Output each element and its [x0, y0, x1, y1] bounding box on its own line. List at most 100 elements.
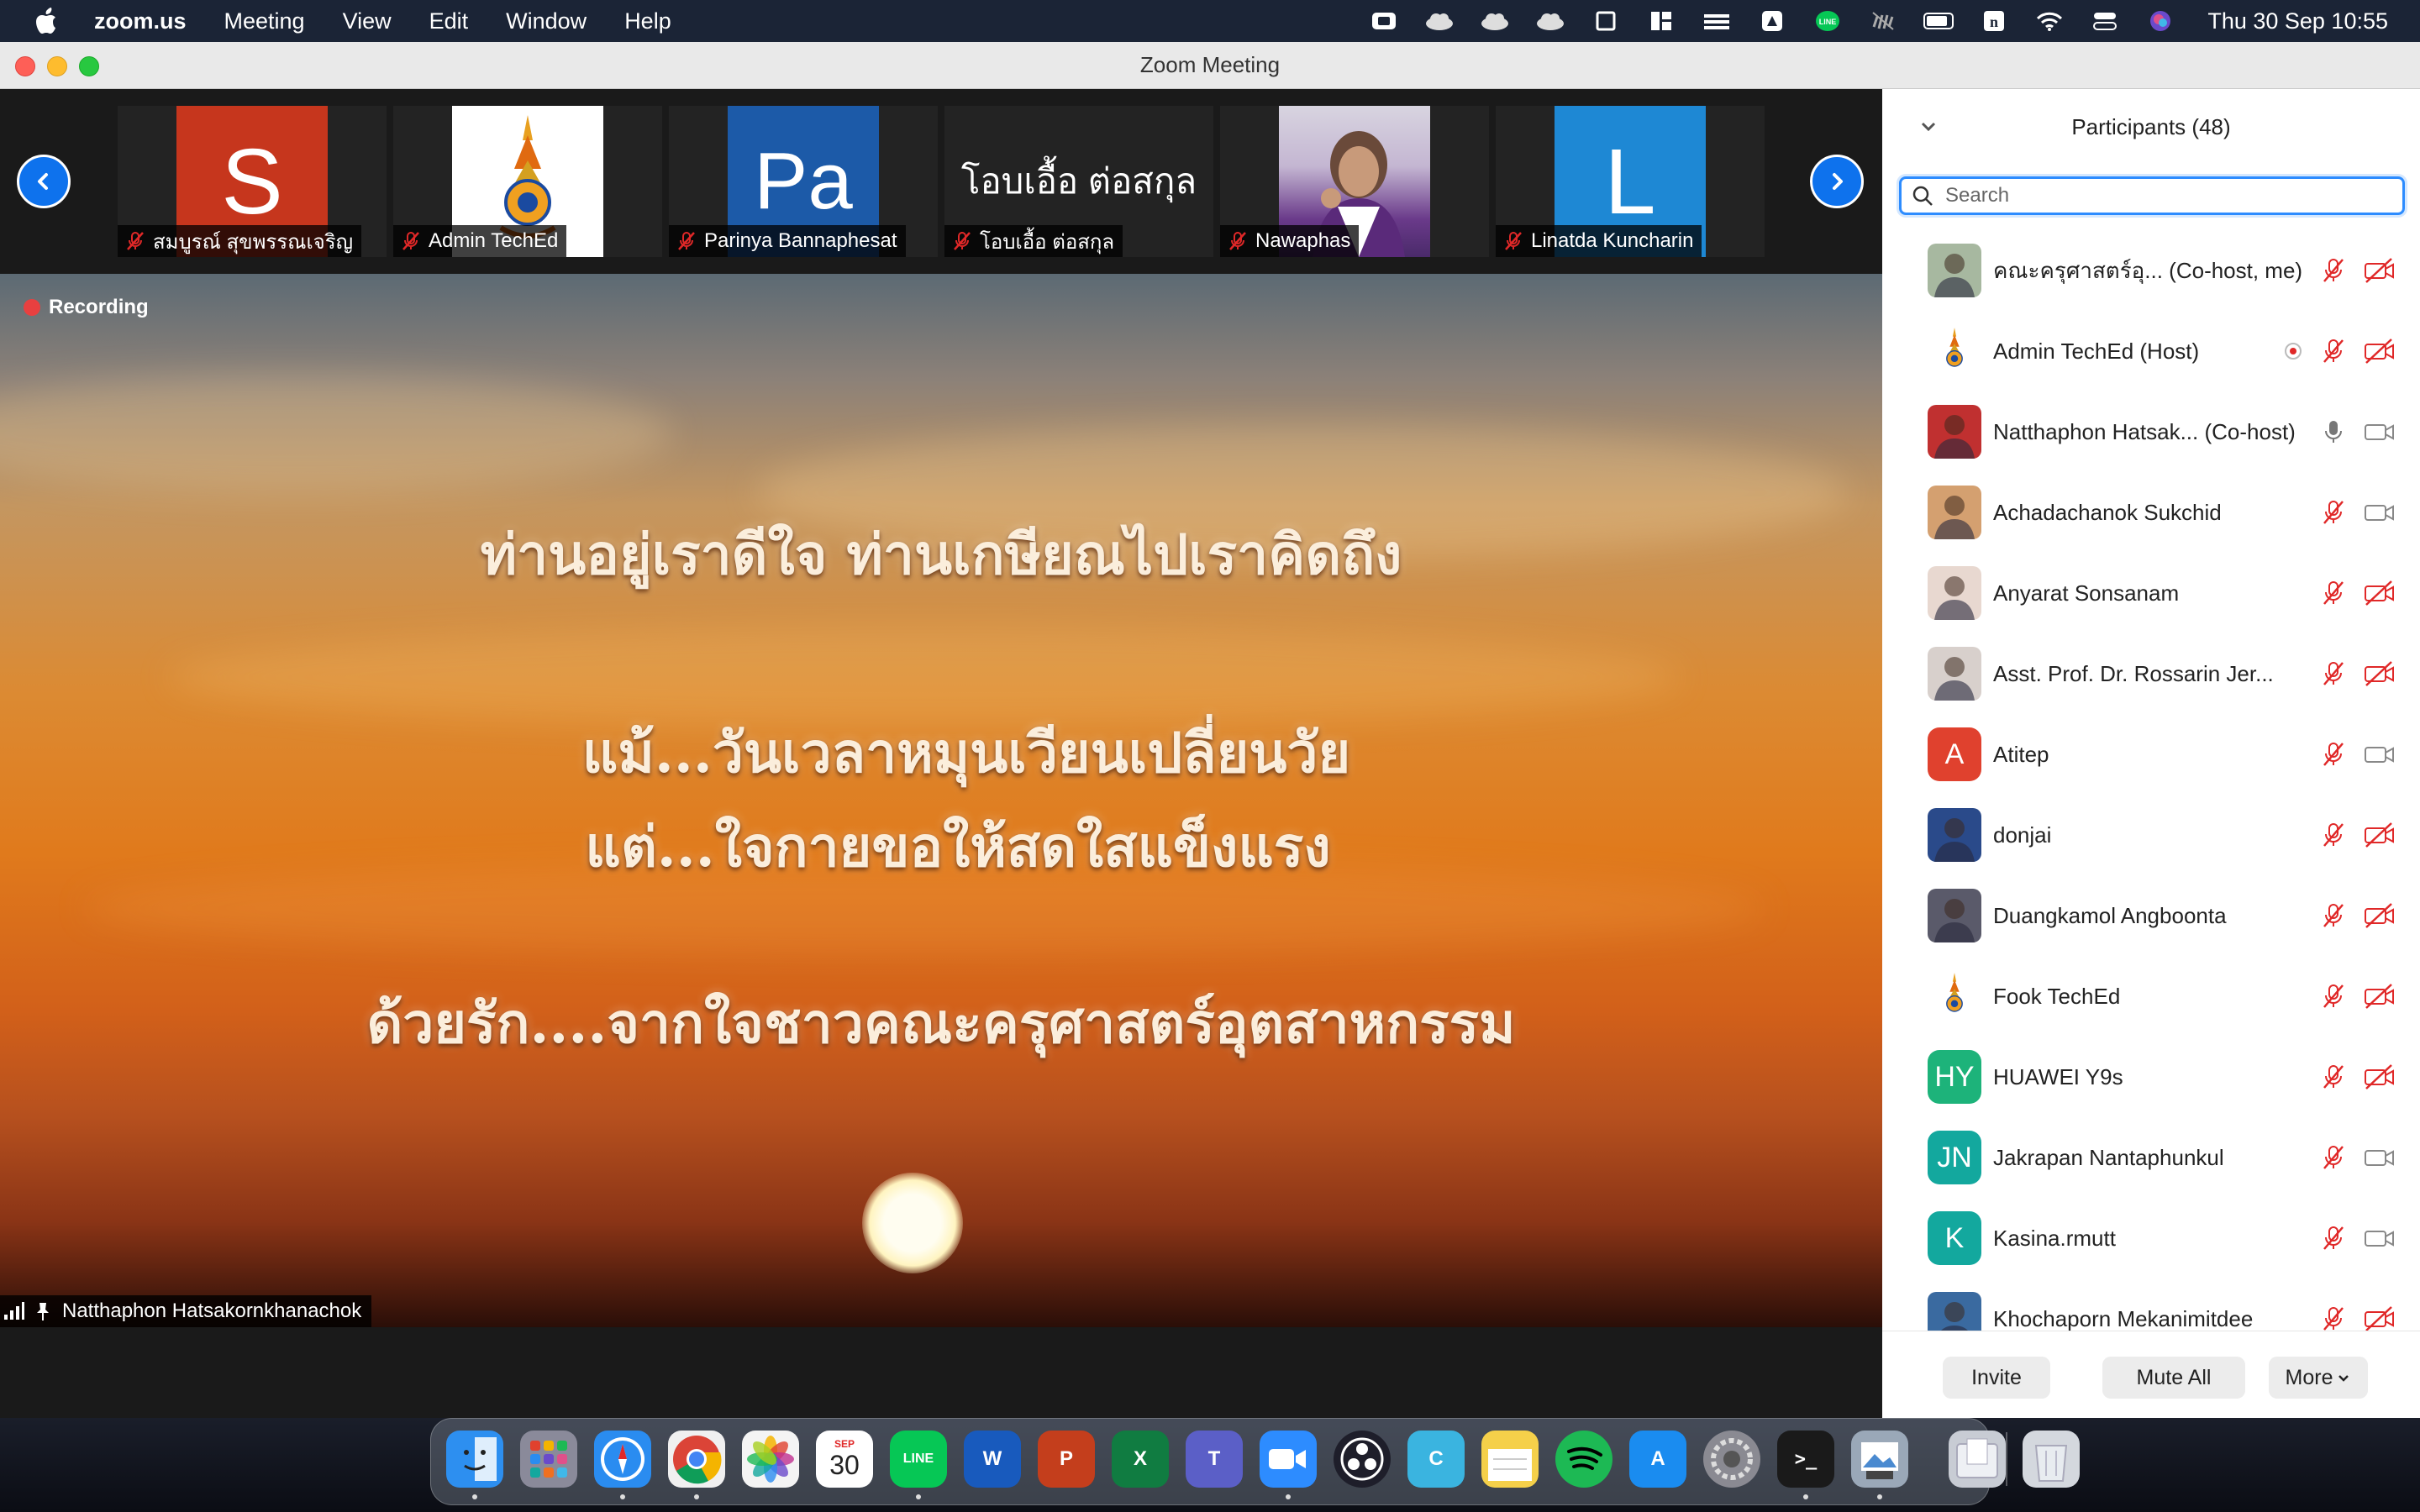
- video-thumbnail[interactable]: S สมบูรณ์ สุขพรรณเจริญ: [118, 106, 387, 257]
- video-icon[interactable]: [2363, 740, 2396, 769]
- mic-muted-icon[interactable]: [2319, 1143, 2348, 1172]
- video-off-icon[interactable]: [2363, 579, 2396, 607]
- preview-icon[interactable]: [1851, 1431, 1908, 1488]
- mic-muted-icon[interactable]: [2319, 740, 2348, 769]
- video-off-icon[interactable]: [2363, 982, 2396, 1011]
- screen-icon[interactable]: [1591, 8, 1621, 34]
- next-page-button[interactable]: [1810, 155, 1864, 208]
- zoom-window-button[interactable]: [79, 56, 99, 76]
- more-button[interactable]: More: [2269, 1357, 2368, 1399]
- mic-muted-icon[interactable]: [2319, 256, 2348, 285]
- participant-row[interactable]: คณะครุศาสตร์อุ... (Co-host, me): [1882, 230, 2420, 311]
- mic-muted-icon[interactable]: [2319, 1224, 2348, 1252]
- video-off-icon[interactable]: [2363, 256, 2396, 285]
- participant-row[interactable]: Achadachanok Sukchid: [1882, 472, 2420, 553]
- participant-row[interactable]: Admin TechEd (Host): [1882, 311, 2420, 391]
- powerpoint-icon[interactable]: P: [1038, 1431, 1095, 1488]
- participant-row[interactable]: Duangkamol Angboonta: [1882, 875, 2420, 956]
- invite-button[interactable]: Invite: [1943, 1357, 2050, 1399]
- safari-icon[interactable]: [594, 1431, 651, 1488]
- minimize-window-button[interactable]: [47, 56, 67, 76]
- video-thumbnail[interactable]: โอบเอื้อ ต่อสกุล โอบเอื้อ ต่อสกุล: [944, 106, 1213, 257]
- mute-tray-icon[interactable]: [1868, 8, 1898, 34]
- cloud-icon[interactable]: [1424, 8, 1455, 34]
- close-window-button[interactable]: [15, 56, 35, 76]
- participant-row[interactable]: Asst. Prof. Dr. Rossarin Jer...: [1882, 633, 2420, 714]
- video-thumbnail[interactable]: Nawaphas: [1220, 106, 1489, 257]
- excel-icon[interactable]: X: [1112, 1431, 1169, 1488]
- mic-muted-icon[interactable]: [2319, 821, 2348, 849]
- video-icon[interactable]: [2363, 1143, 2396, 1172]
- video-thumbnail[interactable]: Pa Parinya Bannaphesat: [669, 106, 938, 257]
- chevron-down-icon[interactable]: [1918, 116, 1939, 138]
- video-off-icon[interactable]: [2363, 659, 2396, 688]
- menu-app-zoom[interactable]: zoom.us: [94, 8, 187, 34]
- trash-icon[interactable]: [2023, 1431, 2080, 1488]
- video-off-icon[interactable]: [2363, 901, 2396, 930]
- participant-row[interactable]: HY HUAWEI Y9s: [1882, 1037, 2420, 1117]
- system-preferences-icon[interactable]: [1703, 1431, 1760, 1488]
- chrome-icon[interactable]: [668, 1431, 725, 1488]
- menu-edit[interactable]: Edit: [429, 8, 469, 34]
- mic-muted-icon[interactable]: [2319, 337, 2348, 365]
- menubar-clock[interactable]: Thu 30 Sep 10:55: [2207, 8, 2388, 34]
- line-tray-icon[interactable]: LINE: [1812, 8, 1843, 34]
- participant-row[interactable]: Anyarat Sonsanam: [1882, 553, 2420, 633]
- video-off-icon[interactable]: [2363, 1063, 2396, 1091]
- video-off-icon[interactable]: [2363, 1305, 2396, 1331]
- mute-all-button[interactable]: Mute All: [2102, 1357, 2245, 1399]
- mic-muted-icon[interactable]: [2319, 901, 2348, 930]
- video-off-icon[interactable]: [2363, 821, 2396, 849]
- notes-icon[interactable]: [1481, 1431, 1539, 1488]
- apple-icon[interactable]: [35, 7, 60, 35]
- menu-help[interactable]: Help: [624, 8, 671, 34]
- participant-row[interactable]: Fook TechEd: [1882, 956, 2420, 1037]
- video-thumbnail[interactable]: Admin TechEd: [393, 106, 662, 257]
- video-icon[interactable]: [2363, 498, 2396, 527]
- finder-icon[interactable]: [446, 1431, 503, 1488]
- control-center-icon[interactable]: [2090, 8, 2120, 34]
- mic-muted-icon[interactable]: [2319, 498, 2348, 527]
- participant-search-input[interactable]: Search: [1899, 176, 2405, 215]
- line-icon[interactable]: LINE: [890, 1431, 947, 1488]
- mic-muted-icon[interactable]: [2319, 1305, 2348, 1331]
- notion-icon[interactable]: n: [1979, 8, 2009, 34]
- video-icon[interactable]: [2363, 417, 2396, 446]
- terminal-icon[interactable]: >_: [1777, 1431, 1834, 1488]
- mic-icon[interactable]: [2319, 417, 2348, 446]
- video-thumbnail[interactable]: L Linatda Kuncharin: [1496, 106, 1765, 257]
- launchpad-icon[interactable]: [520, 1431, 577, 1488]
- participant-row[interactable]: A Atitep: [1882, 714, 2420, 795]
- spotify-icon[interactable]: [1555, 1431, 1612, 1488]
- layout-icon[interactable]: [1646, 8, 1676, 34]
- participant-row[interactable]: K Kasina.rmutt: [1882, 1198, 2420, 1278]
- zoom-icon[interactable]: [1260, 1431, 1317, 1488]
- participant-row[interactable]: donjai: [1882, 795, 2420, 875]
- mic-muted-icon[interactable]: [2319, 579, 2348, 607]
- camera-tray-icon[interactable]: [1369, 8, 1399, 34]
- menu-view[interactable]: View: [343, 8, 392, 34]
- bartender-icon[interactable]: [1702, 8, 1732, 34]
- cloud-icon-2[interactable]: [1480, 8, 1510, 34]
- participant-row[interactable]: Natthaphon Hatsak... (Co-host): [1882, 391, 2420, 472]
- participant-row[interactable]: JN Jakrapan Nantaphunkul: [1882, 1117, 2420, 1198]
- siri-icon[interactable]: [2145, 8, 2175, 34]
- downloads-icon[interactable]: [1949, 1431, 2006, 1488]
- previous-page-button[interactable]: [17, 155, 71, 208]
- cloud-icon-3[interactable]: [1535, 8, 1565, 34]
- photos-icon[interactable]: [742, 1431, 799, 1488]
- teams-icon[interactable]: T: [1186, 1431, 1243, 1488]
- menu-meeting[interactable]: Meeting: [224, 8, 305, 34]
- video-off-icon[interactable]: [2363, 337, 2396, 365]
- mic-muted-icon[interactable]: [2319, 982, 2348, 1011]
- battery-icon[interactable]: [1923, 8, 1954, 34]
- mic-muted-icon[interactable]: [2319, 659, 2348, 688]
- app-store-icon[interactable]: A: [1629, 1431, 1686, 1488]
- calendar-icon[interactable]: SEP 30: [816, 1431, 873, 1488]
- word-icon[interactable]: W: [964, 1431, 1021, 1488]
- canva-icon[interactable]: C: [1407, 1431, 1465, 1488]
- menu-window[interactable]: Window: [506, 8, 587, 34]
- obs-icon[interactable]: [1334, 1431, 1391, 1488]
- mic-muted-icon[interactable]: [2319, 1063, 2348, 1091]
- participant-row[interactable]: Khochaporn Mekanimitdee: [1882, 1278, 2420, 1331]
